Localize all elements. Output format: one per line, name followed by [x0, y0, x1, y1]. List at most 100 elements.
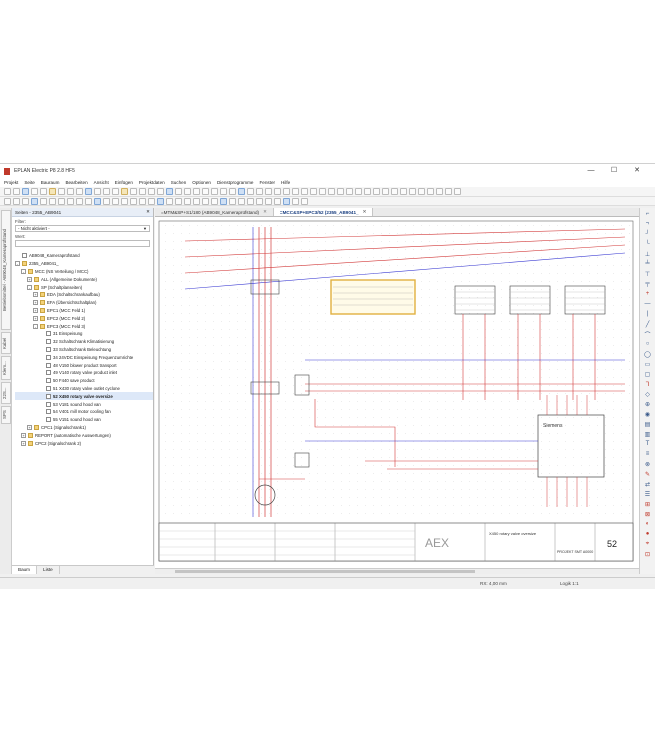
menu-bauraum[interactable]: Bauraum [41, 180, 60, 185]
tree-page-item[interactable]: 51 X430 rotary valve outlet cyclone [15, 385, 153, 393]
toolbar-button[interactable] [121, 197, 128, 205]
tab-liste[interactable]: Liste [37, 566, 60, 574]
collapse-icon[interactable]: - [15, 261, 20, 267]
toolbar-button[interactable] [382, 188, 389, 195]
toolbar-button[interactable] [13, 188, 20, 195]
toolbar-button[interactable] [193, 188, 200, 195]
toolbar-button[interactable] [265, 188, 272, 195]
toolbar-button[interactable] [355, 188, 362, 195]
toolbar-button[interactable] [148, 197, 155, 205]
toolbar-button[interactable] [292, 197, 299, 205]
menu-projekt[interactable]: Projekt [4, 180, 18, 185]
symbol-tool-icon[interactable]: └ [643, 240, 652, 248]
toolbar-button[interactable] [175, 188, 182, 195]
toolbar-button[interactable] [400, 188, 407, 195]
tree-folder-item[interactable]: - SP (Schaltplanseiten) [15, 283, 153, 291]
symbol-tool-icon[interactable]: ╱ [643, 320, 652, 328]
expand-icon[interactable]: + [21, 432, 26, 438]
menu-ansicht[interactable]: Ansicht [94, 180, 109, 185]
toolbar-button[interactable] [256, 188, 263, 195]
toolbar-button[interactable] [76, 197, 83, 205]
menu-dienstprogramme[interactable]: Dienstprogramme [217, 180, 254, 185]
symbol-tool-icon[interactable]: ⊠ [643, 510, 652, 518]
toolbar-button[interactable] [211, 188, 218, 195]
expand-icon[interactable]: + [27, 276, 32, 282]
toolbar-button[interactable] [220, 197, 227, 205]
symbol-tool-icon[interactable]: ⊞ [643, 500, 652, 508]
symbol-tool-icon[interactable]: + [643, 290, 652, 298]
toolbar-button[interactable] [301, 188, 308, 195]
toolbar-button[interactable] [157, 188, 164, 195]
toolbar-button[interactable] [103, 188, 110, 195]
toolbar-button[interactable] [193, 197, 200, 205]
toolbar-button[interactable] [319, 188, 326, 195]
symbol-tool-icon[interactable]: ▭ [643, 360, 652, 368]
menu-suchen[interactable]: Suchen [171, 180, 187, 185]
menu-seite[interactable]: Seite [24, 180, 34, 185]
toolbar-button[interactable] [436, 188, 443, 195]
toolbar-button[interactable] [112, 197, 119, 205]
toolbar-button[interactable] [247, 197, 254, 205]
menu-optionen[interactable]: Optionen [192, 180, 211, 185]
expand-icon[interactable]: + [27, 424, 32, 430]
toolbar-button[interactable] [49, 188, 56, 195]
toolbar-button[interactable] [346, 188, 353, 195]
toolbar-button[interactable] [112, 188, 119, 195]
tree-folder-item[interactable]: - MCC (NS Verteilung / MCC) [15, 268, 153, 276]
toolbar-button[interactable] [184, 188, 191, 195]
toolbar-button[interactable] [67, 188, 74, 195]
toolbar-button[interactable] [283, 197, 290, 205]
symbol-tool-icon[interactable]: ☰ [643, 490, 652, 498]
toolbar-button[interactable] [175, 197, 182, 205]
toolbar-button[interactable] [130, 188, 137, 195]
symbol-tool-icon[interactable]: ▤ [643, 420, 652, 428]
tree-page-item[interactable]: 50 F440 save product [15, 377, 153, 385]
filter-select[interactable]: - Nicht aktiviert - ▼ [15, 225, 150, 232]
toolbar-button[interactable] [202, 197, 209, 205]
symbol-tool-icon[interactable]: ◯ [643, 350, 652, 358]
toolbar-button[interactable] [4, 197, 11, 205]
symbol-tool-icon[interactable]: ⊤ [643, 270, 652, 278]
menu-hilfe[interactable]: Hilfe [281, 180, 290, 185]
toolbar-button[interactable] [238, 197, 245, 205]
close-button[interactable]: ✕ [628, 164, 646, 178]
toolbar-button[interactable] [85, 188, 92, 195]
symbol-tool-icon[interactable]: ⌒ [643, 330, 652, 339]
toolbar-button[interactable] [139, 197, 146, 205]
symbol-tool-icon[interactable]: ⇄ [643, 480, 652, 488]
toolbar-button[interactable] [85, 197, 92, 205]
toolbar-button[interactable] [283, 188, 290, 195]
tree-folder-item[interactable]: + EPC1 (MCC Feld 1) [15, 307, 153, 315]
toolbar-button[interactable] [427, 188, 434, 195]
toolbar-button[interactable] [202, 188, 209, 195]
tree-folder-item[interactable]: + EDA (Schaltschrankaufbau) [15, 291, 153, 299]
close-tab-icon[interactable]: ✕ [263, 209, 267, 215]
symbol-tool-icon[interactable]: ◐ [643, 520, 652, 528]
symbol-tool-icon[interactable]: ⊡ [643, 550, 652, 558]
toolbar-button[interactable] [166, 188, 173, 195]
toolbar-button[interactable] [31, 197, 38, 205]
value-input[interactable] [15, 240, 150, 247]
toolbar-button[interactable] [373, 188, 380, 195]
toolbar-button[interactable] [292, 188, 299, 195]
symbol-tool-icon[interactable]: ▢ [643, 370, 652, 378]
tree-page-item[interactable]: 53 V181 sound hood van [15, 400, 153, 408]
toolbar-button[interactable] [121, 188, 128, 195]
maximize-button[interactable]: ☐ [605, 164, 623, 178]
symbol-tool-icon[interactable]: ⊥ [643, 250, 652, 258]
tree-page-item[interactable]: 33 Schaltschrank Beleuchtung [15, 346, 153, 354]
toolbar-button[interactable] [31, 188, 38, 195]
collapse-icon[interactable]: - [27, 284, 32, 290]
tree-folder-item[interactable]: + REPORT (automatische Auswertungen) [15, 431, 153, 439]
toolbar-button[interactable] [220, 188, 227, 195]
schematic-canvas[interactable]: Siemens AEX X450 rotary valve oversize PROJ… [155, 217, 639, 568]
symbol-tool-icon[interactable]: Ꞁ [643, 380, 652, 388]
tree-folder-item[interactable]: + CPC2 (Signalschrank 2) [15, 439, 153, 447]
symbol-tool-icon[interactable]: ⊗ [643, 460, 652, 468]
symbol-tool-icon[interactable]: ✎ [643, 470, 652, 478]
toolbar-button[interactable] [337, 188, 344, 195]
toolbar-button[interactable] [247, 188, 254, 195]
toolbar-button[interactable] [391, 188, 398, 195]
toolbar-button[interactable] [4, 188, 11, 195]
toolbar-button[interactable] [40, 188, 47, 195]
